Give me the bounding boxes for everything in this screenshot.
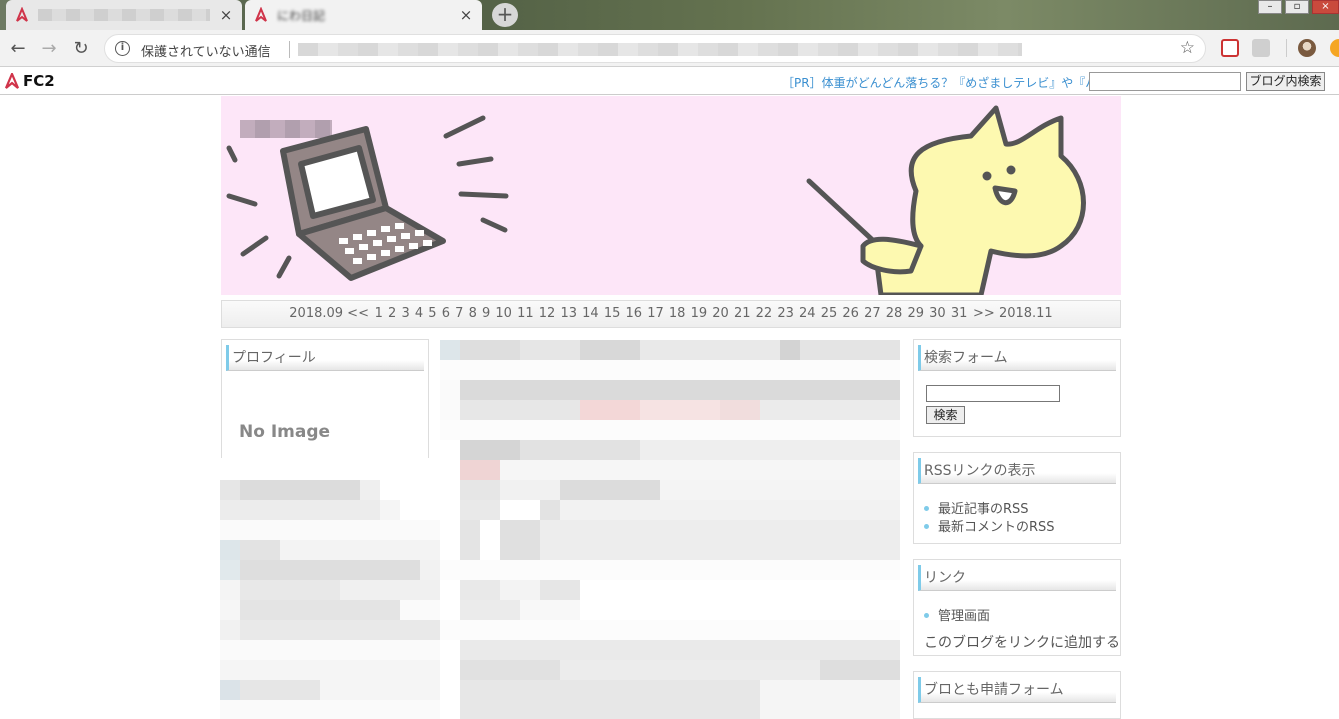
tab-title: にわ日記: [277, 8, 326, 23]
blog-search-input[interactable]: [1089, 72, 1241, 91]
rss-recent-articles-link[interactable]: 最近記事のRSS: [924, 498, 1029, 517]
calendar-day[interactable]: 4: [415, 306, 423, 321]
friend-request-title: ブロとも申請フォーム: [918, 677, 1116, 703]
back-arrow-icon[interactable]: ←: [7, 38, 29, 60]
fc2-logo-text: FC2: [23, 72, 55, 90]
sidebar-search-input[interactable]: [926, 385, 1060, 402]
fc2-favicon-icon: [16, 7, 28, 22]
calendar-day[interactable]: 6: [442, 306, 450, 321]
calendar-day[interactable]: 13: [560, 306, 577, 321]
calendar-day[interactable]: 30: [929, 306, 946, 321]
calendar-day[interactable]: 21: [734, 306, 751, 321]
calendar-day[interactable]: 17: [647, 306, 664, 321]
reload-icon[interactable]: ↻: [70, 38, 92, 60]
calendar-day[interactable]: 11: [517, 306, 534, 321]
forward-arrow-icon[interactable]: →: [38, 38, 60, 60]
calendar-day[interactable]: 14: [582, 306, 599, 321]
pocket-extension-icon[interactable]: [1221, 39, 1239, 57]
calendar-day[interactable]: 1: [375, 306, 383, 321]
calendar-day[interactable]: 5: [428, 306, 436, 321]
calendar-day[interactable]: 23: [777, 306, 794, 321]
calendar-day[interactable]: 18: [669, 306, 686, 321]
fc2-favicon-icon: [255, 7, 267, 22]
calendar-prev-month[interactable]: 2018.09 <<: [289, 306, 369, 321]
cat-drawing: [806, 105, 1086, 295]
calendar-day[interactable]: 15: [604, 306, 621, 321]
search-form-panel: 検索フォーム 検索: [913, 339, 1121, 437]
close-window-icon[interactable]: ×: [1312, 0, 1339, 14]
calendar-day[interactable]: 29: [907, 306, 924, 321]
profile-no-image: No Image: [239, 422, 331, 442]
search-form-title: 検索フォーム: [918, 345, 1116, 371]
fc2-logo[interactable]: FC2: [4, 72, 55, 90]
header-illustration: [226, 105, 1086, 295]
links-title: リンク: [918, 565, 1116, 591]
blog-search-button[interactable]: ブログ内検索: [1246, 72, 1325, 91]
links-panel: リンク 管理画面 このブログをリンクに追加する: [913, 559, 1121, 656]
calendar-day[interactable]: 24: [799, 306, 816, 321]
tab-1[interactable]: ×: [6, 0, 242, 30]
extension-icon[interactable]: [1252, 39, 1270, 57]
tab-title-blurred: [38, 9, 210, 21]
admin-link[interactable]: 管理画面: [924, 605, 990, 624]
profile-avatar[interactable]: [1298, 39, 1316, 57]
calendar-day[interactable]: 22: [756, 306, 773, 321]
calendar-day[interactable]: 7: [455, 306, 463, 321]
bookmark-star-icon[interactable]: ☆: [1180, 38, 1195, 58]
fc2-header-bar: FC2 ［PR］体重がどんどん落ちる？『めざましテレビ』や『バイキン ブログ内検…: [0, 68, 1339, 95]
tab-strip: × にわ日記 × + – ▫ ×: [0, 0, 1339, 30]
fc2-ad-link[interactable]: ［PR］体重がどんどん落ちる？『めざましテレビ』や『バイキン: [782, 74, 1133, 91]
calendar-nav: 2018.09 << 1 2 3 4 5 6 7 8 9 10 11 12 13…: [221, 300, 1121, 328]
calendar-next-month[interactable]: >> 2018.11: [973, 306, 1053, 321]
calendar-day[interactable]: 31: [951, 306, 968, 321]
toolbar-divider: [1286, 39, 1287, 57]
rss-recent-comments-link[interactable]: 最新コメントのRSS: [924, 516, 1055, 535]
laptop-drawing: [280, 126, 446, 281]
calendar-day[interactable]: 28: [886, 306, 903, 321]
calendar-day[interactable]: 16: [626, 306, 643, 321]
calendar-days: 1 2 3 4 5 6 7 8 9 10 11 12 13 14 15 16 1…: [374, 306, 972, 321]
close-tab-icon[interactable]: ×: [458, 7, 474, 23]
rss-panel: RSSリンクの表示 最近記事のRSS 最新コメントのRSS: [913, 452, 1121, 544]
calendar-day[interactable]: 10: [495, 306, 512, 321]
tab-2[interactable]: にわ日記 ×: [245, 0, 482, 30]
sidebar-search-button[interactable]: 検索: [926, 406, 965, 424]
browser-toolbar: ← → ↻ i 保護されていない通信 ☆: [0, 30, 1339, 67]
calendar-day[interactable]: 25: [821, 306, 838, 321]
calendar-day[interactable]: 2: [388, 306, 396, 321]
profile-title: プロフィール: [226, 345, 424, 371]
calendar-day[interactable]: 19: [691, 306, 708, 321]
info-icon[interactable]: i: [115, 41, 130, 56]
extension-icon-partial[interactable]: [1330, 39, 1339, 57]
article-content-blurred: [440, 340, 900, 719]
maximize-icon[interactable]: ▫: [1285, 0, 1309, 14]
friend-request-panel: ブロとも申請フォーム: [913, 671, 1121, 719]
profile-text-blurred: [220, 458, 440, 719]
calendar-day[interactable]: 3: [401, 306, 409, 321]
insecure-label: 保護されていない通信: [141, 45, 271, 60]
omnibox-divider: [289, 41, 290, 58]
blog-header[interactable]: [221, 96, 1121, 295]
new-tab-icon[interactable]: +: [492, 3, 518, 27]
calendar-day[interactable]: 12: [539, 306, 556, 321]
minimize-icon[interactable]: –: [1258, 0, 1282, 14]
address-bar[interactable]: i 保護されていない通信 ☆: [104, 34, 1206, 63]
calendar-day[interactable]: 27: [864, 306, 881, 321]
calendar-day[interactable]: 9: [482, 306, 490, 321]
close-tab-icon[interactable]: ×: [218, 7, 234, 23]
calendar-day[interactable]: 20: [712, 306, 729, 321]
calendar-day[interactable]: 8: [469, 306, 477, 321]
fc2-logo-icon: [4, 73, 20, 89]
rss-title: RSSリンクの表示: [918, 458, 1116, 484]
url-text-blurred: [298, 43, 1022, 56]
add-blog-link[interactable]: このブログをリンクに追加する: [924, 632, 1120, 652]
calendar-day[interactable]: 26: [842, 306, 859, 321]
